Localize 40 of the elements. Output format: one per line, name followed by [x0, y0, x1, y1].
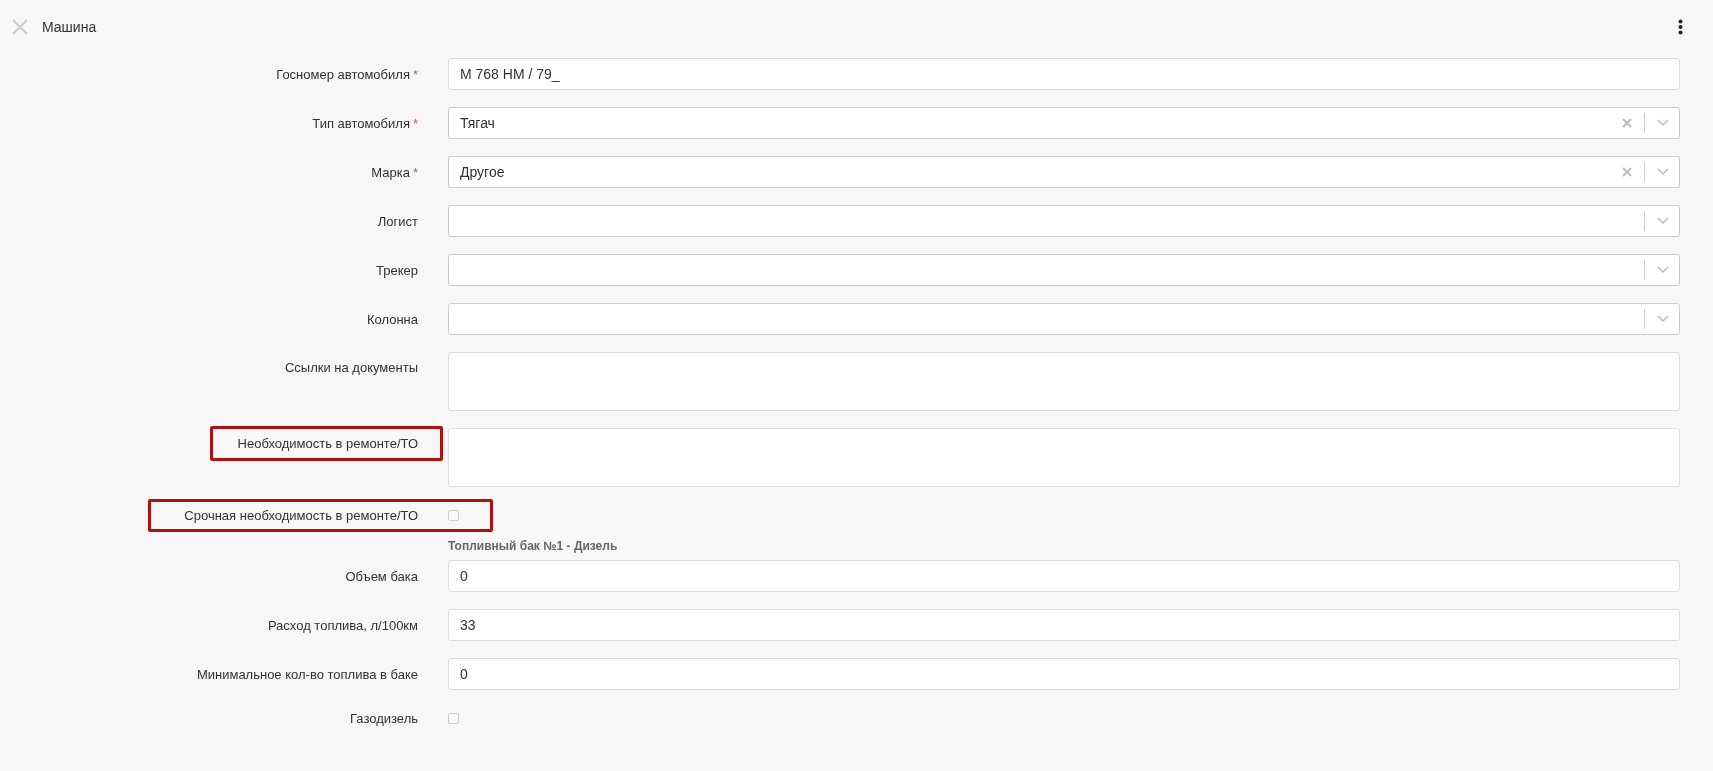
- field-label: Логист: [377, 213, 418, 229]
- text-area[interactable]: [448, 428, 1680, 487]
- required-mark: *: [412, 115, 418, 131]
- select-field[interactable]: [448, 303, 1680, 335]
- field-label: Трекер: [376, 262, 418, 278]
- chevron-down-icon[interactable]: [1657, 315, 1669, 323]
- text-field[interactable]: M 768 HM / 79_: [448, 58, 1680, 90]
- field-label: Ссылки на документы: [284, 360, 418, 375]
- select-field[interactable]: Другое: [448, 156, 1680, 188]
- checkbox[interactable]: [448, 712, 459, 724]
- field-label: Минимальное кол-во топлива в баке: [196, 666, 418, 682]
- text-field[interactable]: 33: [448, 609, 1680, 641]
- field-label: Госномер автомобиля: [276, 66, 410, 82]
- chevron-down-icon[interactable]: [1657, 119, 1669, 127]
- field-label: Объем бака: [345, 568, 418, 584]
- clear-icon[interactable]: [1622, 167, 1632, 177]
- chevron-down-icon[interactable]: [1657, 168, 1669, 176]
- field-label: Колонна: [366, 311, 418, 327]
- checkbox[interactable]: [448, 509, 459, 521]
- field-label: Марка: [371, 164, 410, 180]
- select-field[interactable]: [448, 205, 1680, 237]
- required-mark: *: [412, 164, 418, 180]
- clear-icon[interactable]: [1622, 118, 1632, 128]
- chevron-down-icon[interactable]: [1657, 217, 1669, 225]
- field-label: Газодизель: [350, 710, 418, 726]
- select-field[interactable]: Тягач: [448, 107, 1680, 139]
- chevron-down-icon[interactable]: [1657, 266, 1669, 274]
- close-icon[interactable]: [12, 19, 28, 35]
- section-heading: Топливный бак №1 - Дизель: [448, 539, 619, 555]
- field-label: Необходимость в ремонте/ТО: [237, 436, 418, 451]
- text-field[interactable]: 0: [448, 560, 1680, 592]
- field-label: Срочная необходимость в ремонте/ТО: [184, 507, 418, 523]
- text-field[interactable]: 0: [448, 658, 1680, 690]
- more-options-icon[interactable]: [1678, 19, 1683, 35]
- field-label: Расход топлива, л/100км: [267, 617, 418, 633]
- field-label: Тип автомобиля: [312, 115, 410, 131]
- page-title: Машина: [42, 19, 97, 35]
- text-area[interactable]: [448, 352, 1680, 411]
- select-field[interactable]: [448, 254, 1680, 286]
- required-mark: *: [412, 66, 418, 82]
